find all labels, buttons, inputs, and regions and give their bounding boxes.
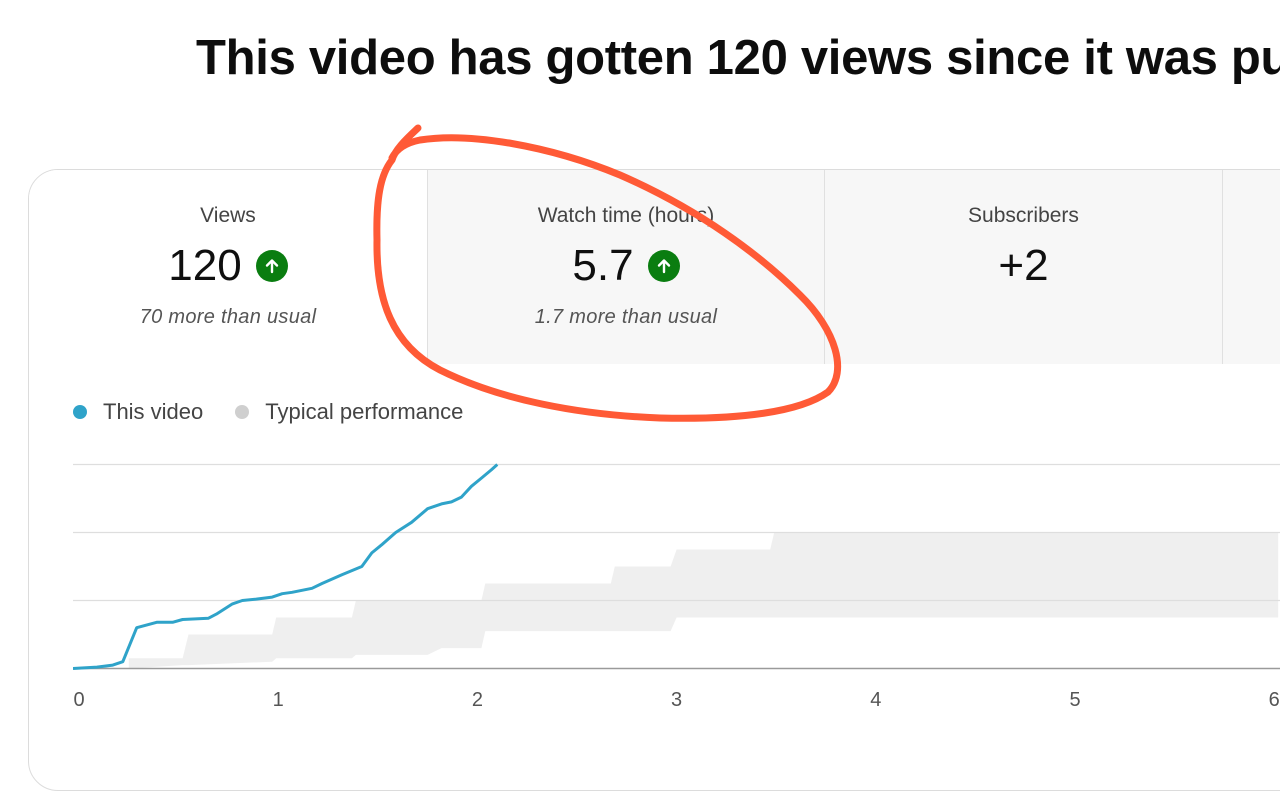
x-tick-label: 0 — [73, 689, 84, 711]
x-tick-label: 1 — [273, 689, 284, 711]
x-tick-label: 4 — [870, 689, 881, 711]
x-tick-label: 2 — [472, 689, 483, 711]
x-tick-label: 5 — [1069, 689, 1080, 711]
views-chart: 0 1 2 3 4 5 6 — [73, 463, 1280, 711]
x-tick-label: 3 — [671, 689, 682, 711]
x-tick-label: 6 — [1269, 689, 1280, 711]
